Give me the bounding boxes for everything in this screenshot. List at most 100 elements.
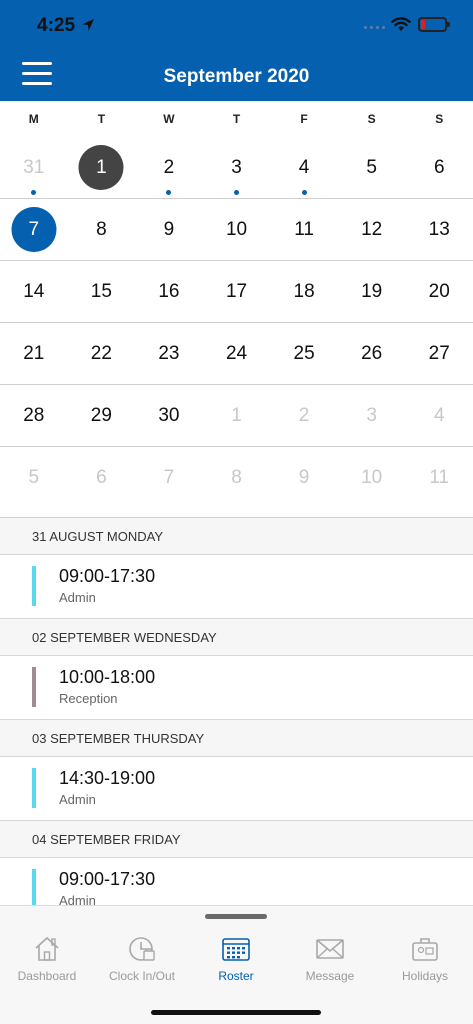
weekday-label: W <box>163 112 175 126</box>
calendar-day[interactable]: 13 <box>405 199 473 260</box>
weekday-label: S <box>367 112 376 126</box>
calendar-day[interactable]: 31 <box>0 137 68 198</box>
calendar-day[interactable]: 19 <box>338 261 406 322</box>
calendar-day[interactable]: 29 <box>68 385 136 446</box>
calendar-day[interactable]: 4 <box>405 385 473 446</box>
calendar-day[interactable]: 21 <box>0 323 68 384</box>
calendar-day[interactable]: 3 <box>338 385 406 446</box>
calendar-day[interactable]: 1 <box>203 385 271 446</box>
tab-dashboard[interactable]: Dashboard <box>0 934 94 983</box>
calendar-day[interactable]: 6 <box>405 137 473 198</box>
calendar-day[interactable]: 2 <box>135 137 203 198</box>
calendar-day-number: 27 <box>428 343 450 364</box>
calendar-day[interactable]: 11 <box>270 199 338 260</box>
tab-holidays[interactable]: Holidays <box>378 934 472 983</box>
shift-item[interactable]: 09:00-17:30 Admin <box>0 555 473 619</box>
calendar-day[interactable]: 12 <box>338 199 406 260</box>
calendar-day-number: 5 <box>28 467 40 488</box>
tab-label: Holidays <box>401 969 449 983</box>
shift-indicator-dot <box>301 190 307 195</box>
calendar-day-number: 4 <box>433 405 445 426</box>
calendar-day[interactable]: 17 <box>203 261 271 322</box>
calendar-day[interactable]: 7 <box>135 447 203 508</box>
calendar-day-number: 7 <box>11 207 57 252</box>
calendar-week-row: 7 8 9 10 11 12 13 <box>0 199 473 261</box>
tab-message[interactable]: Message <box>283 934 377 983</box>
calendar-day-number: 6 <box>433 157 445 178</box>
calendar-day-number: 5 <box>366 157 377 178</box>
date-section-header: 31 AUGUST MONDAY <box>0 518 473 555</box>
calendar-day[interactable]: 6 <box>68 447 136 508</box>
calendar-week-row: 28 29 30 1 2 3 4 <box>0 385 473 447</box>
calendar-day-number: 9 <box>298 467 310 488</box>
tab-roster[interactable]: Roster <box>189 934 283 983</box>
calendar-day[interactable]: 27 <box>405 323 473 384</box>
calendar-day-number: 9 <box>163 219 175 240</box>
date-section-header: 04 SEPTEMBER FRIDAY <box>0 821 473 858</box>
sheet-grabber[interactable] <box>205 914 267 919</box>
calendar-day[interactable]: 25 <box>270 323 338 384</box>
status-time: 4:25 <box>37 15 76 36</box>
weekday-label: M <box>28 112 39 126</box>
calendar-day-number: 16 <box>158 281 180 302</box>
signal-icon <box>364 26 385 29</box>
calendar-day-number: 10 <box>225 219 248 240</box>
shift-role: Admin <box>59 590 96 605</box>
shift-indicator-dot <box>234 190 240 195</box>
calendar-day[interactable]: 10 <box>203 199 271 260</box>
calendar-day[interactable]: 16 <box>135 261 203 322</box>
app-header: 4:25 September 2020 <box>0 0 473 101</box>
shift-color-bar <box>32 667 36 707</box>
tab-label: Message <box>305 969 355 983</box>
shift-role: Admin <box>59 792 96 807</box>
calendar-day[interactable]: 20 <box>405 261 473 322</box>
calendar-day-number: 2 <box>163 157 175 178</box>
calendar-day[interactable]: 14 <box>0 261 68 322</box>
calendar-day-number: 8 <box>231 467 242 488</box>
calendar-day[interactable]: 8 <box>203 447 271 508</box>
shift-item[interactable]: 09:00-17:30 Admin <box>0 858 473 905</box>
calendar-day[interactable]: 10 <box>338 447 406 508</box>
calendar-day[interactable]: 5 <box>0 447 68 508</box>
calendar-day[interactable]: 30 <box>135 385 203 446</box>
calendar-day-number: 1 <box>78 145 124 190</box>
shift-indicator-dot <box>31 190 37 195</box>
home-indicator <box>151 1010 321 1015</box>
calendar-day[interactable]: 9 <box>270 447 338 508</box>
calendar-day-number: 3 <box>231 157 242 178</box>
calendar-day[interactable]: 22 <box>68 323 136 384</box>
calendar-day[interactable]: 18 <box>270 261 338 322</box>
calendar-day[interactable]: 26 <box>338 323 406 384</box>
shift-item[interactable]: 14:30-19:00 Admin <box>0 757 473 821</box>
calendar-day[interactable]: 5 <box>338 137 406 198</box>
calendar-day[interactable]: 8 <box>68 199 136 260</box>
calendar-day[interactable]: 4 <box>270 137 338 198</box>
calendar-day[interactable]: 9 <box>135 199 203 260</box>
tab-clock-in-out[interactable]: Clock In/Out <box>95 934 189 983</box>
calendar-day[interactable]: 23 <box>135 323 203 384</box>
weekday-label: F <box>300 112 308 126</box>
weekday-header: M T W T F S S <box>0 101 473 137</box>
date-section-header: 02 SEPTEMBER WEDNESDAY <box>0 619 473 656</box>
calendar-week-row: 31 1 2 3 4 5 6 <box>0 137 473 199</box>
envelope-icon <box>316 939 344 959</box>
calendar-day[interactable]: 24 <box>203 323 271 384</box>
calendar-day-number: 4 <box>298 157 310 178</box>
calendar-day-selected[interactable]: 7 <box>0 199 68 260</box>
calendar-day[interactable]: 3 <box>203 137 271 198</box>
calendar-day-number: 12 <box>361 219 383 240</box>
shift-time: 09:00-17:30 <box>59 566 156 586</box>
calendar-day-number: 18 <box>293 281 315 302</box>
month-title: September 2020 <box>163 66 310 87</box>
shift-item[interactable]: 10:00-18:00 Reception <box>0 656 473 720</box>
roster-list: 31 AUGUST MONDAY 09:00-17:30 Admin 02 SEPTE… <box>0 518 473 905</box>
calendar-day-today[interactable]: 1 <box>68 137 136 198</box>
calendar-day-number: 31 <box>23 157 45 178</box>
shift-time: 14:30-19:00 <box>59 768 156 788</box>
calendar-day[interactable]: 28 <box>0 385 68 446</box>
calendar-day[interactable]: 15 <box>68 261 136 322</box>
calendar-day[interactable]: 11 <box>405 447 473 508</box>
calendar-day[interactable]: 2 <box>270 385 338 446</box>
calendar-day-number: 8 <box>96 219 107 240</box>
calendar-day-number: 23 <box>158 343 180 364</box>
